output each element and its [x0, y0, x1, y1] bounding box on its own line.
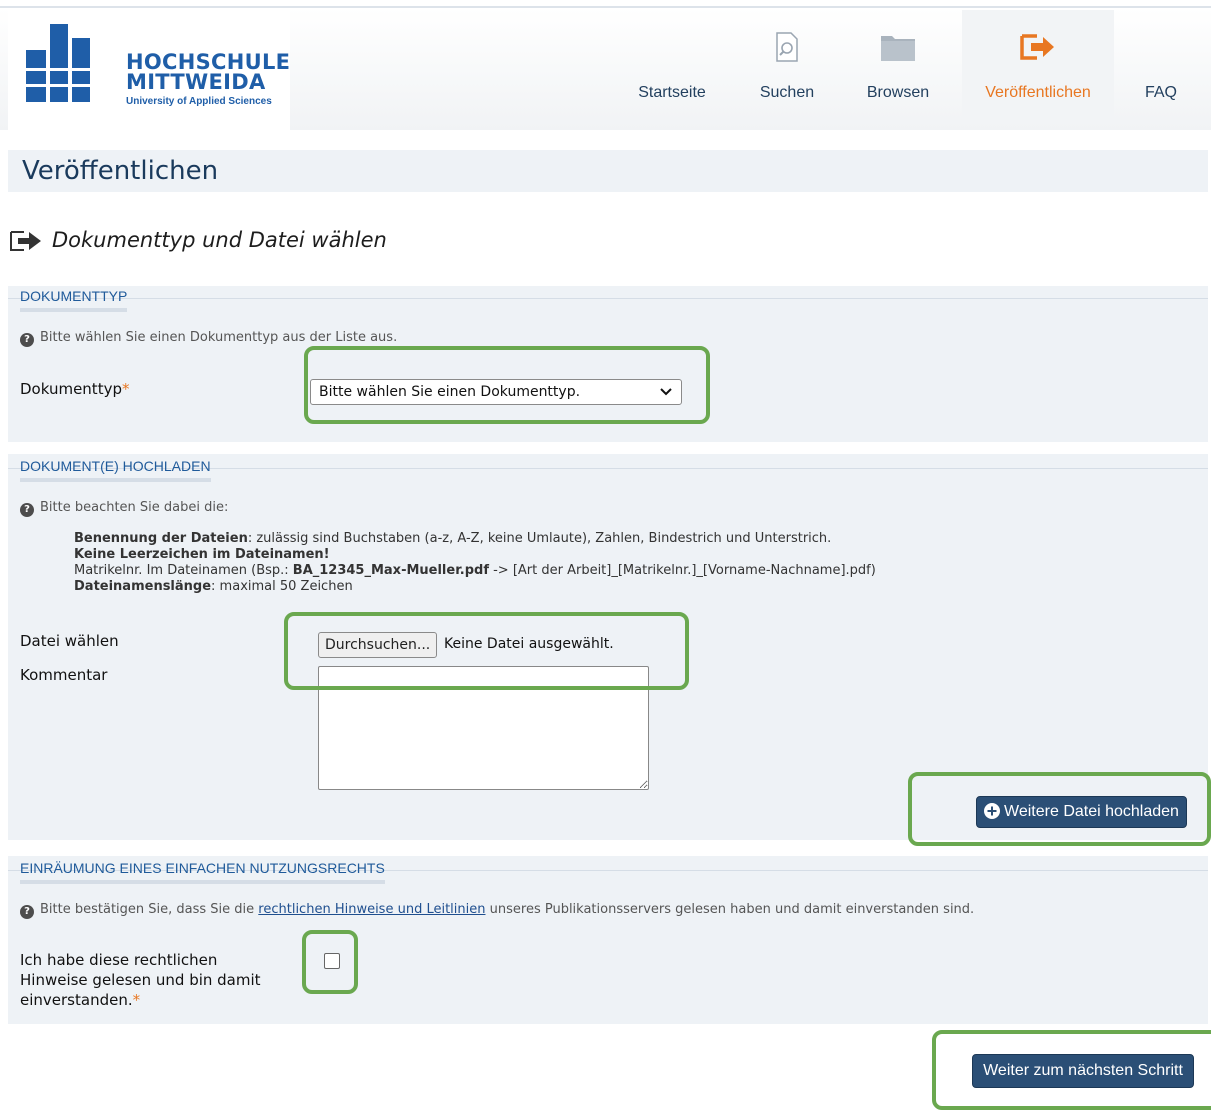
rule-2-bold: Keine Leerzeichen im Dateinamen!	[74, 547, 330, 562]
nav-browsen[interactable]: Browsen	[850, 10, 946, 122]
section-divider	[8, 298, 1208, 299]
rule-3-text-a: Matrikelnr. Im Dateinamen (Bsp.:	[74, 563, 293, 578]
logo-line-2: MITTWEIDA	[126, 70, 266, 94]
rule-1-text: : zulässig sind Buchstaben (a-z, A-Z, ke…	[247, 531, 832, 546]
logo-mark-icon	[26, 24, 90, 102]
rights-hint: ? Bitte bestätigen Sie, dass Sie die rech…	[20, 902, 974, 919]
highlight-doctype	[304, 346, 710, 424]
doctype-hint: ? Bitte wählen Sie einen Dokumenttyp aus …	[20, 330, 397, 347]
nav-suchen-label: Suchen	[759, 84, 815, 101]
publish-arrow-icon	[10, 231, 41, 251]
nav-browsen-label: Browsen	[866, 84, 930, 101]
page-title: Veröffentlichen	[22, 156, 219, 186]
rights-hint-a: Bitte bestätigen Sie, dass Sie die	[40, 902, 259, 917]
required-mark: *	[132, 991, 141, 1009]
logo-line-1: HOCHSCHULE	[126, 50, 291, 74]
rights-section: EINRÄUMUNG EINES EINFACHEN NUTZUNGSRECHT…	[8, 856, 1208, 1024]
rights-legend: EINRÄUMUNG EINES EINFACHEN NUTZUNGSRECHT…	[20, 860, 385, 884]
doctype-label: Dokumenttyp*	[20, 380, 129, 398]
rule-3: Matrikelnr. Im Dateinamen (Bsp.: BA_1234…	[74, 563, 876, 579]
help-icon: ?	[20, 905, 34, 919]
folder-icon	[881, 36, 915, 61]
nav-startseite-label: Startseite	[638, 84, 706, 101]
highlight-checkbox	[302, 930, 358, 994]
upload-hint-text: Bitte beachten Sie dabei die:	[40, 500, 229, 515]
logo[interactable]: HOCHSCHULE MITTWEIDA University of Appli…	[8, 8, 290, 130]
doctype-label-text: Dokumenttyp	[20, 380, 122, 398]
required-mark: *	[121, 380, 130, 398]
nav-veroeffentlichen[interactable]: Veröffentlichen	[962, 10, 1114, 122]
help-icon: ?	[20, 333, 34, 347]
rule-4: Dateinamenslänge: maximal 50 Zeichen	[74, 579, 876, 595]
upload-legend: DOKUMENT(E) HOCHLADEN	[20, 458, 211, 482]
consent-label-line-3: einverstanden.*	[20, 990, 261, 1010]
consent-label-line-3-text: einverstanden.	[20, 991, 133, 1009]
nav-faq[interactable]: FAQ	[1130, 10, 1192, 122]
help-icon: ?	[20, 503, 34, 517]
comment-label: Kommentar	[20, 666, 108, 684]
consent-label: Ich habe diese rechtlichen Hinweise gele…	[20, 950, 261, 1010]
rule-3-bold: BA_12345_Max-Mueller.pdf	[292, 563, 489, 578]
logo-tagline: University of Applied Sciences	[126, 96, 272, 107]
legal-notes-link[interactable]: rechtlichen Hinweise und Leitlinien	[258, 902, 485, 917]
file-label: Datei wählen	[20, 632, 119, 650]
rule-1-bold: Benennung der Dateien	[74, 531, 248, 546]
highlight-file	[284, 612, 689, 690]
highlight-add-file	[908, 772, 1211, 846]
publish-arrow-icon	[1020, 34, 1054, 60]
consent-label-line-2: Hinweise gelesen und bin damit	[20, 971, 261, 989]
rule-3-text-b: -> [Art der Arbeit]_[Matrikelnr.]_[Vorna…	[488, 563, 876, 578]
rule-4-text: : maximal 50 Zeichen	[211, 579, 353, 594]
rule-2: Keine Leerzeichen im Dateinamen!	[74, 547, 876, 563]
nav-faq-label: FAQ	[1144, 84, 1177, 101]
nav-startseite[interactable]: Startseite	[620, 10, 724, 122]
file-naming-rules: Benennung der Dateien: zulässig sind Buc…	[74, 531, 876, 595]
consent-label-line-1: Ich habe diese rechtlichen	[20, 951, 218, 969]
doctype-hint-text: Bitte wählen Sie einen Dokumenttyp aus d…	[40, 330, 398, 345]
page-title-bar: Veröffentlichen	[8, 150, 1208, 192]
rule-1: Benennung der Dateien: zulässig sind Buc…	[74, 531, 876, 547]
rule-4-bold: Dateinamenslänge	[74, 579, 212, 594]
nav-suchen[interactable]: Suchen	[744, 10, 830, 122]
rights-hint-b: unseres Publikationsservers gelesen habe…	[485, 902, 975, 917]
highlight-next-button	[932, 1030, 1211, 1110]
step-title-text: Dokumenttyp und Datei wählen	[52, 228, 387, 252]
nav-veroeffentlichen-label: Veröffentlichen	[985, 84, 1091, 101]
upload-hint: ? Bitte beachten Sie dabei die:	[20, 500, 228, 517]
search-document-icon	[776, 32, 798, 62]
doctype-legend: DOKUMENTTYP	[20, 288, 128, 312]
